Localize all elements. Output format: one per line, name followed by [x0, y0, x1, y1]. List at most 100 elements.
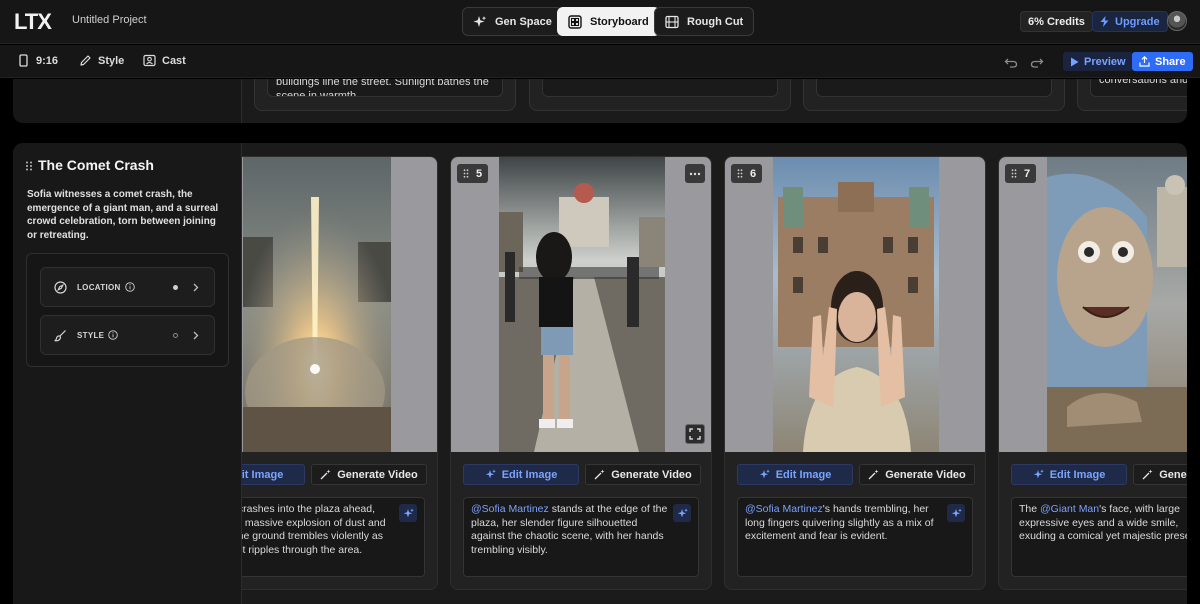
ai-enhance-button[interactable] — [673, 504, 691, 522]
info-icon[interactable] — [125, 282, 135, 292]
project-name[interactable]: Untitled Project — [72, 14, 147, 26]
redo-icon[interactable] — [1030, 55, 1044, 69]
scene-panel: The Comet Crash Sofia witnesses a comet … — [13, 143, 1187, 604]
film-icon — [665, 15, 679, 28]
wand-icon — [594, 469, 605, 480]
aspect-ratio-label: 9:16 — [36, 54, 59, 67]
previous-shot-text-line: conversations and a — [1099, 79, 1187, 86]
previous-shot-card[interactable] — [529, 79, 791, 111]
sparkles-icon — [759, 469, 770, 479]
shot-image[interactable] — [451, 157, 711, 452]
shot-prompt-text[interactable]: @Sofia Martinez's hands trembling, her l… — [737, 497, 973, 577]
edit-image-button[interactable]: Edit Image — [1011, 464, 1127, 485]
shot-card-6[interactable]: 6 Edit Image Generate Video @Sofia Marti… — [724, 156, 986, 590]
style-label: STYLE — [77, 331, 105, 340]
generate-video-button[interactable]: Generate Video — [585, 464, 701, 485]
share-icon — [1139, 56, 1150, 67]
shot-image[interactable] — [725, 157, 985, 452]
shot-card-5[interactable]: 5 Edit Image Generate Video @Sofia Marti… — [450, 156, 712, 590]
generate-video-label: Generate Video — [337, 468, 418, 481]
secondary-toolbar: 9:16 Style Cast Preview Share — [0, 45, 1200, 78]
sparkles-icon — [1033, 469, 1044, 479]
location-status-dot — [173, 285, 178, 290]
preview-label: Preview — [1084, 55, 1126, 68]
compass-icon — [54, 281, 67, 294]
cast-label: Cast — [162, 54, 186, 67]
shot-number: 6 — [750, 167, 757, 180]
giant-man-image — [1047, 157, 1187, 452]
cast-icon — [143, 54, 156, 67]
info-icon[interactable] — [108, 330, 118, 340]
shot-card-7[interactable]: 7 Edit Image Generate Video The @Giant M… — [998, 156, 1187, 590]
share-button[interactable]: Share — [1132, 52, 1193, 71]
undo-icon[interactable] — [1004, 55, 1018, 69]
prompt-text-part: The — [1019, 503, 1041, 515]
edit-image-button[interactable]: Edit Image — [737, 464, 853, 485]
previous-shot-card[interactable] — [803, 79, 1065, 111]
shot-prompt-text[interactable]: @Sofia Martinez stands at the edge of th… — [463, 497, 699, 577]
character-mention[interactable]: @Sofia Martinez — [745, 503, 823, 515]
ai-enhance-button[interactable] — [399, 504, 417, 522]
upgrade-button[interactable]: Upgrade — [1092, 11, 1168, 32]
character-mention[interactable]: @Giant Man — [1040, 503, 1099, 515]
previous-shot-text[interactable] — [816, 79, 1052, 97]
previous-shot-card[interactable]: conversations and a — [1077, 79, 1187, 111]
scene-title[interactable]: The Comet Crash — [38, 157, 154, 173]
phone-icon — [19, 54, 28, 67]
pencil-icon — [80, 55, 91, 66]
wand-icon — [1142, 469, 1153, 480]
edit-image-button[interactable]: Edit Image — [463, 464, 579, 485]
scene-description[interactable]: Sofia witnesses a comet crash, the emerg… — [27, 188, 227, 242]
style-setting[interactable]: STYLE — [40, 315, 215, 355]
character-mention[interactable]: @Sofia Martinez — [471, 503, 549, 515]
previous-shot-card[interactable]: buildings line the street. Sunlight bath… — [254, 79, 516, 111]
more-options-button[interactable] — [685, 164, 705, 183]
shot-number-badge[interactable]: 5 — [457, 164, 489, 183]
rough-cut-label: Rough Cut — [687, 15, 744, 28]
drag-handle-icon[interactable] — [25, 161, 33, 171]
sparkles-icon — [951, 508, 962, 517]
storyboard-button[interactable]: Storyboard — [557, 7, 660, 36]
shot-number-badge[interactable]: 7 — [1005, 164, 1037, 183]
share-label: Share — [1155, 55, 1186, 68]
shot-image[interactable] — [999, 157, 1187, 452]
previous-shot-text[interactable] — [542, 79, 778, 97]
fullscreen-button[interactable] — [685, 424, 705, 444]
location-setting[interactable]: LOCATION — [40, 267, 215, 307]
scene-settings-box: LOCATION STYLE — [26, 253, 229, 367]
gen-space-label: Gen Space — [495, 15, 552, 28]
style-button[interactable]: Style — [79, 54, 124, 67]
style-status-dot — [173, 333, 178, 338]
user-avatar[interactable] — [1167, 11, 1187, 31]
previous-shot-text[interactable]: conversations and a — [1090, 79, 1187, 97]
aspect-ratio-button[interactable]: 9:16 — [17, 54, 58, 67]
sparkles-icon — [677, 508, 688, 517]
sofia-hands-image — [773, 157, 939, 452]
chevron-right-icon[interactable] — [191, 282, 200, 293]
chevron-right-icon[interactable] — [191, 330, 200, 341]
expand-icon — [689, 428, 701, 440]
drag-handle-icon — [1011, 169, 1017, 178]
shot-number-badge[interactable]: 6 — [731, 164, 763, 183]
play-icon — [1071, 57, 1079, 66]
cast-button[interactable]: Cast — [143, 54, 186, 67]
gen-space-button[interactable]: Gen Space — [462, 7, 563, 36]
scene-sidebar: The Comet Crash Sofia witnesses a comet … — [13, 143, 242, 604]
style-label: Style — [98, 54, 125, 67]
previous-shot-text[interactable]: buildings line the street. Sunlight bath… — [267, 79, 503, 97]
shot-number: 7 — [1024, 167, 1031, 180]
edit-image-label: Edit Image — [775, 468, 832, 481]
preview-button[interactable]: Preview — [1063, 52, 1133, 71]
rough-cut-button[interactable]: Rough Cut — [654, 7, 755, 36]
generate-video-button[interactable]: Generate Video — [1133, 464, 1187, 485]
generate-video-label: Generate Video — [611, 468, 692, 481]
sparkles-icon — [403, 508, 414, 517]
ltx-logo[interactable]: LTX — [14, 10, 58, 32]
edit-image-label: Edit Image — [501, 468, 558, 481]
ai-enhance-button[interactable] — [947, 504, 965, 522]
credits-badge[interactable]: 6% Credits — [1020, 11, 1093, 32]
bolt-icon — [1100, 16, 1109, 27]
generate-video-button[interactable]: Generate Video — [859, 464, 975, 485]
generate-video-button[interactable]: Generate Video — [311, 464, 427, 485]
shot-prompt-text[interactable]: The @Giant Man's face, with large expres… — [1011, 497, 1187, 577]
